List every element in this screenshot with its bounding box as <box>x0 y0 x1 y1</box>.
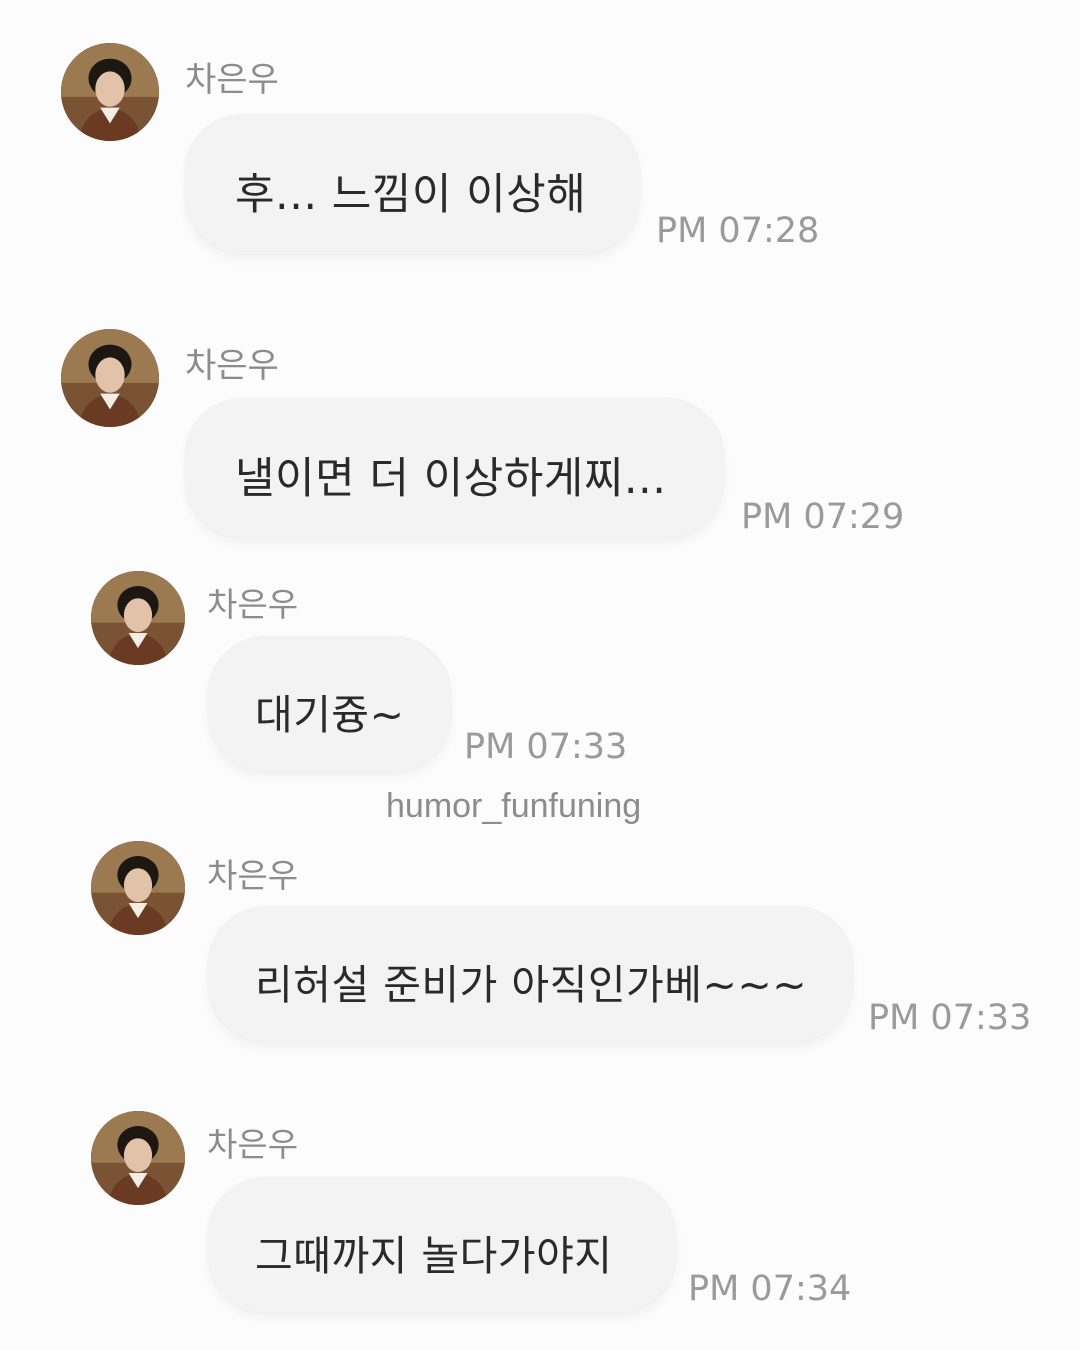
avatar[interactable] <box>61 43 159 141</box>
sender-name: 차은우 <box>185 60 279 100</box>
avatar-image <box>91 571 185 665</box>
message-time: PM 07:33 <box>868 998 1032 1038</box>
message-text: 낼이면 더 이상하게찌... <box>235 454 667 504</box>
sender-name: 차은우 <box>185 346 279 386</box>
message-time: PM 07:33 <box>464 727 628 767</box>
sender-name: 차은우 <box>207 856 299 895</box>
message-time: PM 07:29 <box>741 497 905 537</box>
avatar[interactable] <box>91 841 185 935</box>
sender-name: 차은우 <box>207 585 299 624</box>
message-text: 그때까지 놀다가야지 <box>255 1232 613 1280</box>
message-time: PM 07:34 <box>688 1269 852 1309</box>
message-text: 리허설 준비가 아직인가베~~~ <box>255 961 808 1009</box>
message-time: PM 07:28 <box>656 211 820 251</box>
avatar[interactable] <box>91 571 185 665</box>
avatar-image <box>91 841 185 935</box>
avatar[interactable] <box>61 329 159 427</box>
avatar-image <box>61 329 159 427</box>
watermark-text: humor_funfuning <box>386 787 642 825</box>
sender-name: 차은우 <box>207 1125 299 1164</box>
message-text: 대기즁~ <box>255 691 405 739</box>
message-text: 후... 느낌이 이상해 <box>235 170 587 220</box>
avatar-image <box>91 1111 185 1205</box>
avatar-image <box>61 43 159 141</box>
avatar[interactable] <box>91 1111 185 1205</box>
